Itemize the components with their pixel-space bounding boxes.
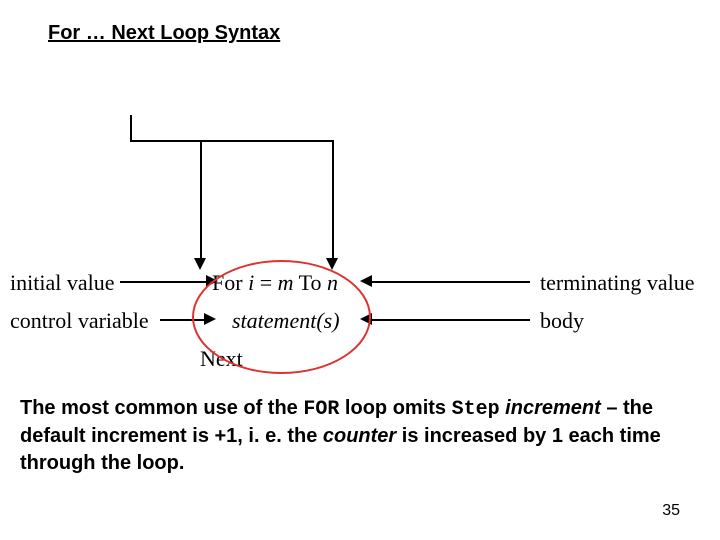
diagram: initial value control variable terminati… bbox=[0, 60, 720, 350]
label-control-variable: control variable bbox=[10, 308, 149, 334]
arrow-line bbox=[370, 319, 530, 321]
arrow-line bbox=[370, 281, 530, 283]
text: The most common use of the bbox=[20, 397, 303, 419]
keyword-step: Step bbox=[452, 398, 500, 421]
label-body: body bbox=[540, 308, 584, 334]
bracket-line bbox=[130, 115, 132, 142]
bracket-line bbox=[200, 140, 202, 260]
description-paragraph: The most common use of the FOR loop omit… bbox=[20, 395, 700, 477]
bracket-line bbox=[130, 140, 202, 142]
text: omits bbox=[387, 397, 451, 419]
arrow-head-icon bbox=[194, 258, 206, 270]
slide-title: For … Next Loop Syntax bbox=[48, 22, 280, 45]
arrow-line bbox=[120, 281, 208, 283]
keyword-for: FOR bbox=[303, 398, 339, 421]
term-increment: increment bbox=[505, 397, 601, 419]
term-counter: counter bbox=[323, 425, 396, 447]
label-terminating-value: terminating value bbox=[540, 270, 695, 296]
text: loop bbox=[339, 397, 387, 419]
highlight-ellipse bbox=[192, 260, 371, 374]
label-initial-value: initial value bbox=[10, 270, 114, 296]
arrow-head-icon bbox=[360, 275, 372, 287]
bracket-line bbox=[200, 140, 334, 142]
page-number: 35 bbox=[662, 502, 680, 520]
bracket-line bbox=[332, 140, 334, 260]
